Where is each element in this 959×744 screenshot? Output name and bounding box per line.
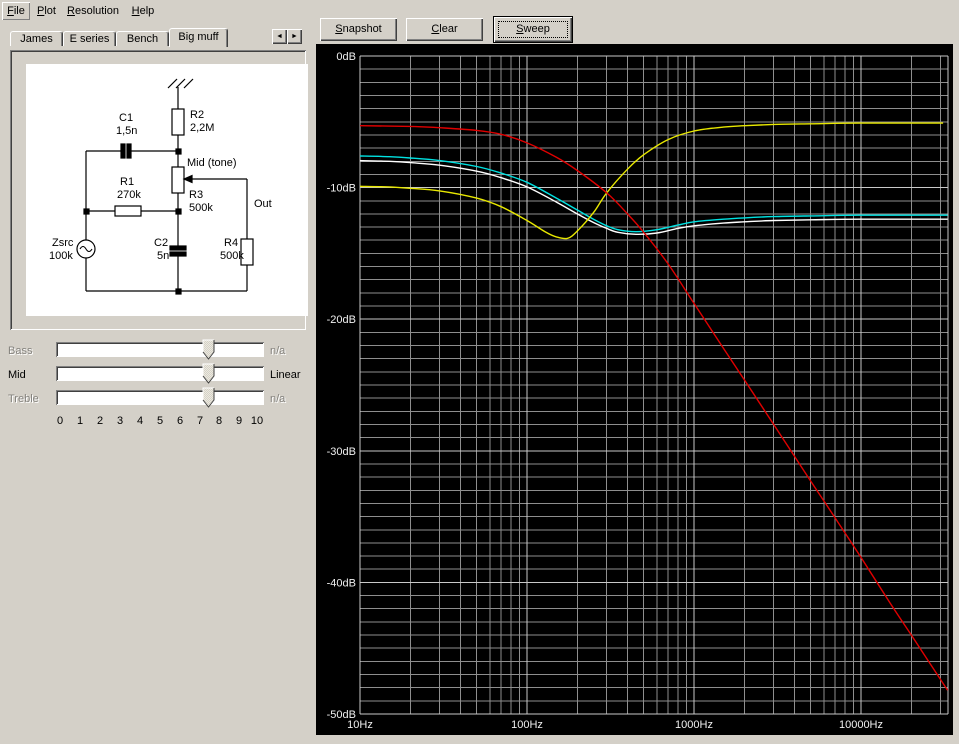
menu-resolution[interactable]: Resolution bbox=[64, 2, 122, 20]
c2-ref-label: C2 bbox=[154, 237, 168, 249]
tab-e-series[interactable]: E series bbox=[63, 31, 116, 46]
r4-val-label: 500k bbox=[220, 250, 244, 262]
mid-label: Mid bbox=[8, 369, 54, 382]
scale-1: 1 bbox=[69, 415, 91, 427]
bass-slider-thumb[interactable] bbox=[202, 339, 215, 360]
frequency-response-plot: 0dB-10dB-20dB-30dB-40dB-50dB10Hz100Hz100… bbox=[316, 44, 953, 735]
treble-slider[interactable] bbox=[56, 390, 264, 405]
out-label: Out bbox=[254, 198, 272, 210]
bass-label: Bass bbox=[8, 345, 54, 358]
treble-label: Treble bbox=[8, 393, 54, 406]
bode-plot-canvas: 0dB-10dB-20dB-30dB-40dB-50dB10Hz100Hz100… bbox=[316, 44, 953, 735]
menu-file[interactable]: File bbox=[2, 2, 30, 20]
r2-ref-label: R2 bbox=[190, 109, 204, 121]
y-tick-0dB: 0dB bbox=[336, 51, 356, 63]
menu-help[interactable]: Help bbox=[128, 2, 158, 20]
tab-bench[interactable]: Bench bbox=[116, 31, 169, 46]
mid-slider-thumb[interactable] bbox=[202, 363, 215, 384]
treble-slider-thumb[interactable] bbox=[202, 387, 215, 408]
treble-value: n/a bbox=[270, 393, 310, 406]
scale-4: 4 bbox=[129, 415, 151, 427]
mid-slider[interactable] bbox=[56, 366, 264, 381]
c2-val-label: 5n bbox=[157, 250, 169, 262]
arrow-left-icon: ◄ bbox=[276, 33, 283, 40]
app-window: { "menu": { "items": [ {"label": "File"}… bbox=[0, 0, 959, 744]
c1-val-label: 1,5n bbox=[116, 125, 137, 137]
r3-ref-label: R3 bbox=[189, 189, 203, 201]
r1-val-label: 270k bbox=[117, 189, 141, 201]
snapshot-button[interactable]: Snapshot bbox=[320, 18, 397, 41]
mid-value: Linear bbox=[270, 369, 310, 382]
bass-slider[interactable] bbox=[56, 342, 264, 357]
scale-3: 3 bbox=[109, 415, 131, 427]
y-tick--20dB: -20dB bbox=[327, 314, 356, 326]
scale-2: 2 bbox=[89, 415, 111, 427]
zsrc-val-label: 100k bbox=[49, 250, 73, 262]
x-tick-10000Hz: 10000Hz bbox=[839, 719, 883, 731]
arrow-right-icon: ► bbox=[291, 33, 298, 40]
tab-james[interactable]: James bbox=[10, 31, 63, 46]
scale-6: 6 bbox=[169, 415, 191, 427]
mid-tone-label: Mid (tone) bbox=[187, 157, 237, 169]
zsrc-ref-label: Zsrc bbox=[52, 237, 74, 249]
scale-0: 0 bbox=[49, 415, 71, 427]
big-muff-schematic: C1 1,5n R2 2,2M Mid (tone) R1 270k R3 50… bbox=[26, 64, 308, 316]
r3-val-label: 500k bbox=[189, 202, 213, 214]
curve-sweep-cyan bbox=[360, 156, 948, 232]
bass-value: n/a bbox=[270, 345, 310, 358]
r1-ref-label: R1 bbox=[120, 176, 134, 188]
tab-big-muff[interactable]: Big muff bbox=[169, 28, 228, 47]
menu-plot[interactable]: Plot bbox=[32, 2, 61, 20]
y-tick--40dB: -40dB bbox=[327, 577, 356, 589]
x-tick-100Hz: 100Hz bbox=[511, 719, 543, 731]
curve-snapshot-white bbox=[360, 161, 948, 235]
clear-button[interactable]: Clear bbox=[406, 18, 483, 41]
y-tick--10dB: -10dB bbox=[327, 183, 356, 195]
tab-scroll-left-button[interactable]: ◄ bbox=[272, 29, 287, 44]
r4-ref-label: R4 bbox=[224, 237, 238, 249]
tab-scroll-right-button[interactable]: ► bbox=[287, 29, 302, 44]
x-tick-10Hz: 10Hz bbox=[347, 719, 373, 731]
scale-5: 5 bbox=[149, 415, 171, 427]
curve-sweep-yellow bbox=[360, 123, 943, 239]
circuit-panel: C1 1,5n R2 2,2M Mid (tone) R1 270k R3 50… bbox=[10, 50, 306, 330]
scale-8: 8 bbox=[208, 415, 230, 427]
sweep-button-label: Sweep bbox=[516, 23, 550, 35]
x-tick-1000Hz: 1000Hz bbox=[675, 719, 713, 731]
c1-ref-label: C1 bbox=[119, 112, 133, 124]
circuit-canvas: C1 1,5n R2 2,2M Mid (tone) R1 270k R3 50… bbox=[26, 64, 308, 316]
curve-sweep-red bbox=[360, 126, 948, 691]
y-tick--30dB: -30dB bbox=[327, 446, 356, 458]
scale-10: 10 bbox=[246, 415, 268, 427]
sweep-button[interactable]: Sweep bbox=[493, 16, 573, 43]
r2-val-label: 2,2M bbox=[190, 122, 214, 134]
